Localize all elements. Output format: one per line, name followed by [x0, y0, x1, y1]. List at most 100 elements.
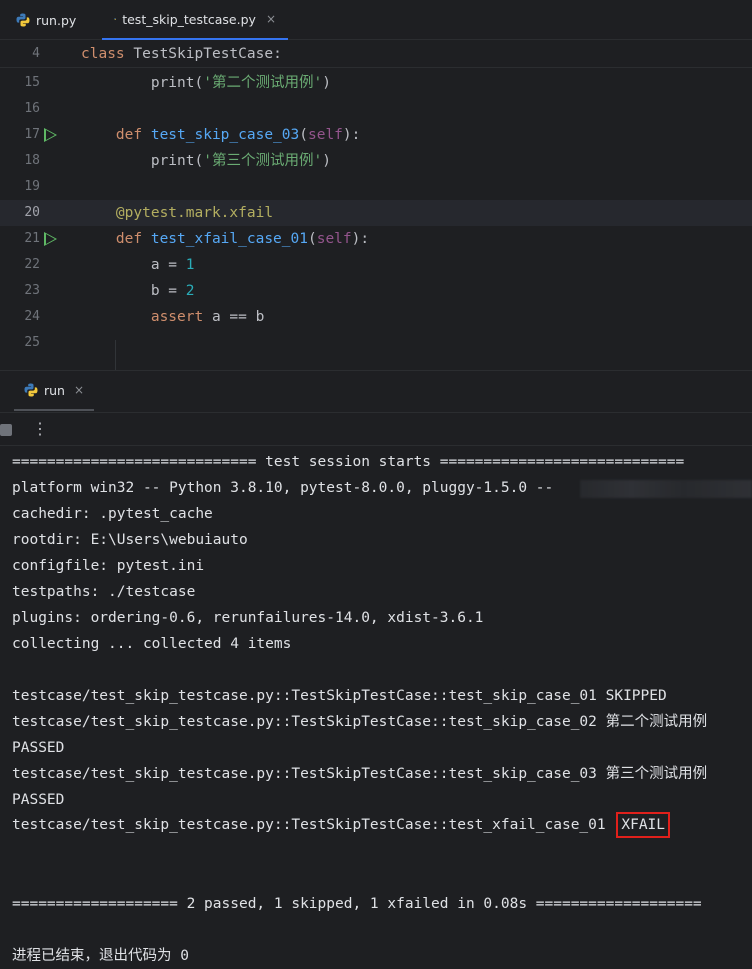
code-token: test_xfail_case_01: [150, 231, 308, 247]
console-line: testcase/test_skip_testcase.py::TestSkip…: [12, 714, 708, 730]
redacted-path: [580, 480, 752, 498]
run-toolbar: ⋮: [0, 412, 752, 446]
xfail-test-id: testcase/test_skip_testcase.py::TestSkip…: [12, 817, 615, 833]
code-text: @pytest.mark.xfail: [81, 200, 273, 226]
line-number: 16: [24, 101, 40, 116]
code-token: (: [299, 127, 308, 143]
code-line[interactable]: 16: [0, 96, 752, 122]
console-line-xfail: testcase/test_skip_testcase.py::TestSkip…: [12, 812, 671, 838]
stop-icon[interactable]: [0, 424, 12, 436]
code-token: ): [322, 153, 331, 169]
indent-guide: [115, 340, 116, 370]
code-token: '第三个测试用例': [203, 153, 323, 169]
line-number: 23: [24, 283, 40, 298]
code-token: test_skip_case_03: [150, 127, 300, 143]
code-line[interactable]: 24 assert a == b: [0, 304, 752, 330]
code-token: def: [115, 127, 151, 143]
code-text: def test_xfail_case_01(self):: [81, 226, 369, 252]
code-token: (: [307, 231, 317, 247]
code-text: b = 2: [81, 278, 195, 304]
line-number: 4: [32, 46, 40, 61]
code-line[interactable]: 15 print('第二个测试用例'): [0, 70, 752, 96]
line-number: 19: [24, 179, 40, 194]
console-line: plugins: ordering-0.6, rerunfailures-14.…: [12, 610, 484, 626]
line-number: 22: [24, 257, 40, 272]
code-text: def test_skip_case_03(self):: [81, 122, 360, 148]
editor-tab-bar: run.py test_skip_testcase.py ×: [0, 0, 752, 40]
run-tool-window-tabs: run ×: [0, 370, 752, 412]
code-token: 2: [185, 283, 195, 299]
code-editor[interactable]: 4 class TestSkipTestCase: 15 print('第二个测…: [0, 40, 752, 370]
more-options-icon[interactable]: ⋮: [32, 417, 48, 441]
tab-label: run.py: [36, 12, 77, 28]
code-token: ): [322, 75, 331, 91]
code-token: b =: [150, 283, 186, 299]
console-line: rootdir: E:\Users\webuiauto: [12, 532, 248, 548]
console-line: testcase/test_skip_testcase.py::TestSkip…: [12, 688, 667, 704]
code-token: a =: [150, 257, 186, 273]
code-token: ):: [342, 127, 361, 143]
line-number: 21: [24, 231, 40, 246]
code-line[interactable]: 19: [0, 174, 752, 200]
xfail-status-highlight: XFAIL: [616, 812, 671, 838]
code-line[interactable]: 20 @pytest.mark.xfail: [0, 200, 752, 226]
python-file-icon: [114, 17, 117, 21]
code-token: xfail: [229, 205, 274, 221]
code-token: assert: [150, 309, 212, 325]
code-token: print(: [150, 75, 204, 91]
tab-label: test_skip_testcase.py: [122, 11, 256, 27]
code-line[interactable]: 22 a = 1: [0, 252, 752, 278]
class-keyword: class: [81, 46, 125, 62]
console-line: PASSED: [12, 740, 65, 756]
console-line: testpaths: ./testcase: [12, 584, 196, 600]
line-number: 17: [24, 127, 40, 142]
console-line: 进程已结束，退出代码为 0: [12, 948, 189, 964]
console-line: collecting ... collected 4 items: [12, 636, 292, 652]
code-line[interactable]: 23 b = 2: [0, 278, 752, 304]
code-text: a = 1: [81, 252, 195, 278]
tab-test-skip-testcase-py[interactable]: test_skip_testcase.py ×: [102, 0, 288, 40]
code-token: 1: [185, 257, 195, 273]
line-number: 18: [24, 153, 40, 168]
console-line: cachedir: .pytest_cache: [12, 506, 213, 522]
sticky-scope-line[interactable]: 4 class TestSkipTestCase:: [0, 40, 752, 68]
close-tab-icon[interactable]: ×: [266, 12, 276, 26]
code-line[interactable]: 21 def test_xfail_case_01(self):: [0, 226, 752, 252]
console-line: platform win32 -- Python 3.8.10, pytest-…: [12, 480, 554, 496]
code-token: a == b: [211, 309, 265, 325]
code-token: print(: [150, 153, 204, 169]
code-text: print('第三个测试用例'): [81, 148, 331, 174]
code-token: '第二个测试用例': [203, 75, 323, 91]
tab-run[interactable]: run ×: [14, 371, 94, 411]
line-number: 25: [24, 335, 40, 350]
code-token: def: [115, 231, 151, 247]
console-line: configfile: pytest.ini: [12, 558, 205, 574]
code-line[interactable]: 18 print('第三个测试用例'): [0, 148, 752, 174]
code-token: self: [307, 127, 343, 143]
run-test-icon[interactable]: [44, 232, 57, 246]
console-line: ============================ test sessio…: [12, 454, 685, 470]
python-run-icon: [24, 383, 38, 397]
code-text: assert a == b: [81, 304, 265, 330]
code-text: print('第二个测试用例'): [81, 70, 331, 96]
code-token: @pytest.mark.: [115, 205, 230, 221]
line-number: 20: [24, 205, 40, 220]
tab-run-py[interactable]: run.py: [16, 0, 76, 40]
console-line: =================== 2 passed, 1 skipped,…: [12, 896, 702, 912]
run-test-icon[interactable]: [44, 128, 57, 142]
class-name: TestSkipTestCase:: [133, 46, 282, 62]
close-run-tab-icon[interactable]: ×: [74, 383, 84, 397]
line-number: 15: [24, 75, 40, 90]
code-line[interactable]: 25: [0, 330, 752, 356]
code-token: self: [316, 231, 352, 247]
code-line[interactable]: 17 def test_skip_case_03(self):: [0, 122, 752, 148]
console-line: PASSED: [12, 792, 65, 808]
run-console-output[interactable]: ============================ test sessio…: [0, 446, 752, 964]
